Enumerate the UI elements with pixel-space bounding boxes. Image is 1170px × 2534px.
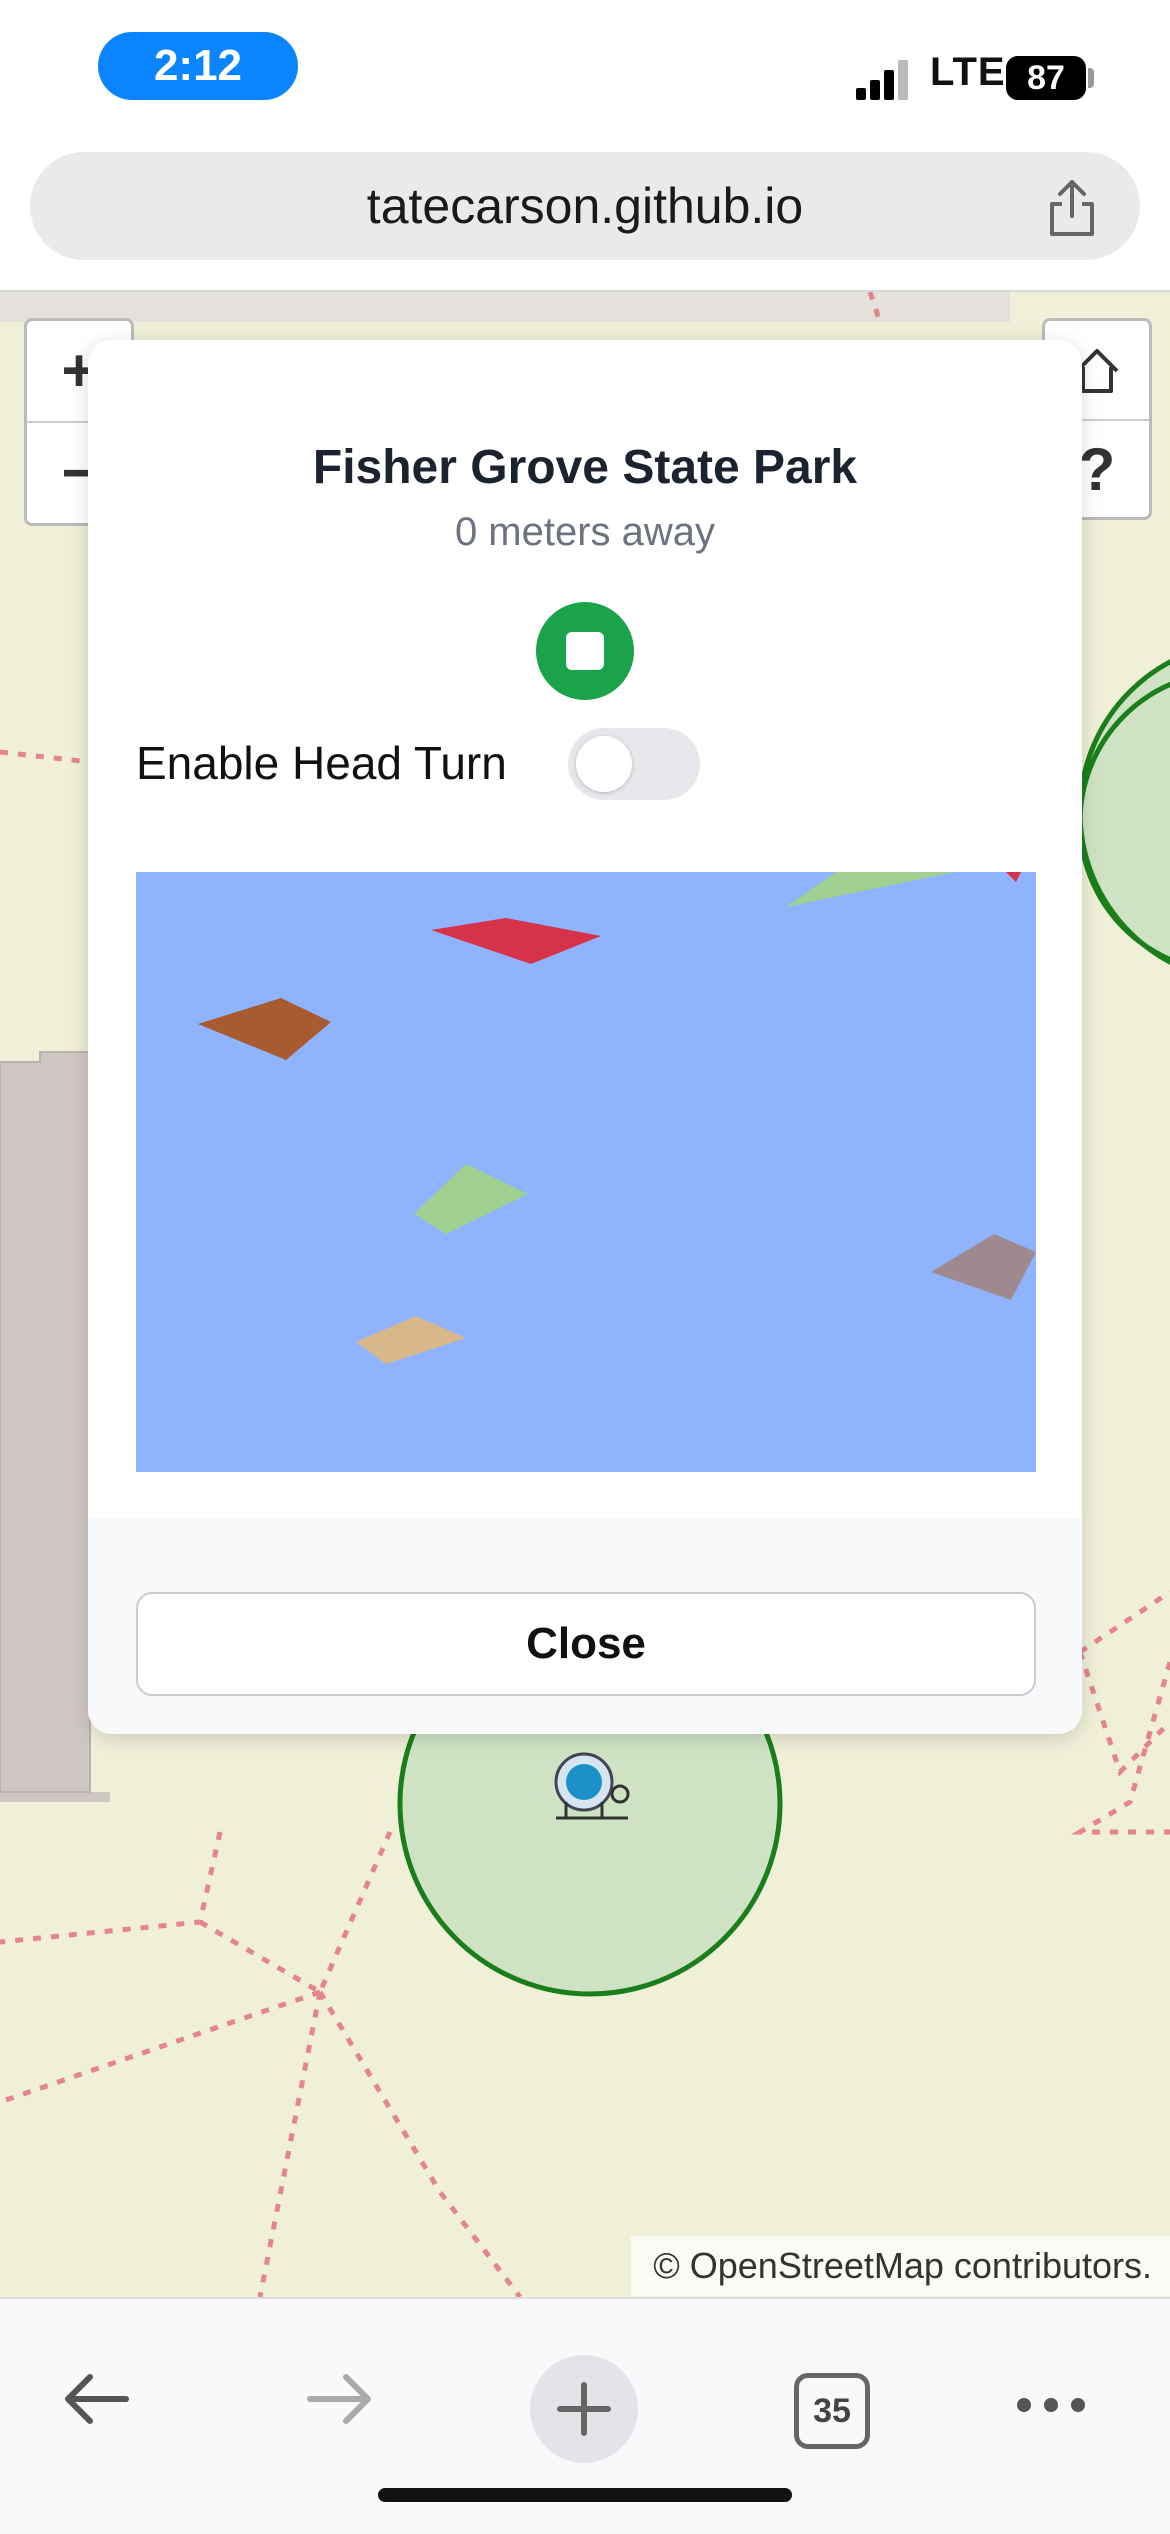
modal-title: Fisher Grove State Park [312, 441, 858, 494]
tab-switcher-button[interactable]: 35 [794, 2373, 870, 2449]
forward-arrow-icon[interactable] [300, 2359, 380, 2439]
status-bar: 2:12 LTE 87 [0, 0, 1170, 140]
plus-icon [557, 2382, 611, 2436]
share-icon[interactable] [1044, 178, 1100, 238]
home-indicator [378, 2488, 792, 2502]
stop-audio-button[interactable] [536, 602, 634, 700]
modal-footer: Close [88, 1518, 1082, 1734]
battery-cap-icon [1088, 68, 1094, 88]
battery-level: 87 [1006, 56, 1086, 100]
distance-text: 0 meters away [454, 510, 716, 554]
network-type: LTE [930, 50, 1006, 94]
head-turn-label: Enable Head Turn [136, 737, 507, 789]
url-text[interactable]: tatecarson.github.io [30, 152, 1140, 260]
toggle-knob [576, 736, 632, 792]
stop-icon [566, 632, 604, 670]
head-turn-toggle[interactable] [568, 728, 700, 800]
back-arrow-icon[interactable] [56, 2359, 136, 2439]
location-modal: Fisher Grove State Park 0 meters away En… [88, 340, 1082, 1734]
map-attribution: © OpenStreetMap contributors. [631, 2236, 1170, 2296]
close-button[interactable]: Close [136, 1592, 1036, 1696]
scene-shapes [198, 872, 1036, 1364]
address-bar[interactable]: tatecarson.github.io [30, 152, 1140, 260]
cellular-signal-icon [856, 60, 916, 100]
more-options-icon[interactable] [1016, 2395, 1086, 2415]
3d-scene-canvas[interactable] [136, 872, 1036, 1472]
new-tab-button[interactable] [530, 2355, 638, 2463]
clock-time: 2:12 [98, 32, 298, 100]
